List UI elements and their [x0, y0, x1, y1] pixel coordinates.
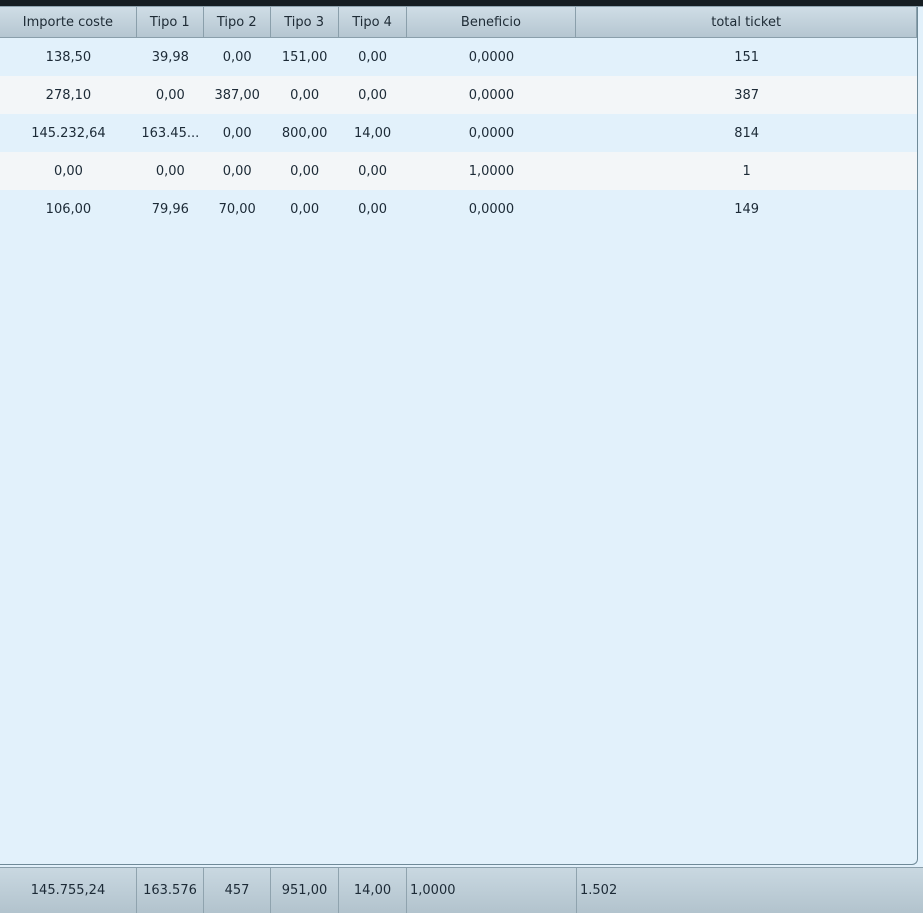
- totals-row: 145.755,24 163.576 457 951,00 14,00 1,00…: [0, 867, 923, 913]
- cell-tipo-4: 0,00: [358, 87, 388, 103]
- cell-beneficio: 0,0000: [468, 125, 515, 141]
- cell-importe-coste: 138,50: [45, 49, 92, 65]
- data-grid[interactable]: Importe coste Tipo 1 Tipo 2 Tipo 3 Tipo …: [0, 7, 918, 865]
- total-tipo-3: 951,00: [271, 868, 339, 913]
- table-row[interactable]: 138,50 39,98 0,00 151,00 0,00 0,0000 151: [0, 38, 917, 76]
- grid-header: Importe coste Tipo 1 Tipo 2 Tipo 3 Tipo …: [0, 7, 917, 38]
- cell-tipo-1: 39,98: [151, 49, 189, 65]
- cell-tipo-3: 0,00: [290, 201, 320, 217]
- cell-tipo-1: 0,00: [155, 87, 185, 103]
- cell-tipo-3: 0,00: [290, 163, 320, 179]
- column-header-tipo-1[interactable]: Tipo 1: [137, 7, 204, 37]
- cell-beneficio: 0,0000: [468, 49, 515, 65]
- cell-beneficio: 0,0000: [468, 201, 515, 217]
- cell-tipo-2: 387,00: [214, 87, 260, 103]
- cell-tipo-1: 163.45...: [141, 125, 200, 141]
- cell-tipo-3: 800,00: [281, 125, 328, 141]
- window: Importe coste Tipo 1 Tipo 2 Tipo 3 Tipo …: [0, 0, 923, 913]
- column-header-tipo-4[interactable]: Tipo 4: [339, 7, 407, 37]
- table-row[interactable]: 106,00 79,96 70,00 0,00 0,00 0,0000 149: [0, 190, 917, 228]
- column-header-importe-coste[interactable]: Importe coste: [0, 7, 137, 37]
- column-header-beneficio[interactable]: Beneficio: [407, 7, 577, 37]
- cell-tipo-2: 70,00: [218, 201, 256, 217]
- cell-total-ticket: 149: [734, 201, 760, 217]
- window-top-edge: [0, 0, 923, 7]
- cell-tipo-2: 0,00: [222, 49, 252, 65]
- cell-tipo-4: 0,00: [358, 163, 388, 179]
- cell-total-ticket: 151: [734, 49, 760, 65]
- cell-tipo-4: 0,00: [358, 201, 388, 217]
- cell-total-ticket: 814: [734, 125, 760, 141]
- total-tipo-1: 163.576: [137, 868, 204, 913]
- column-header-total-ticket[interactable]: total ticket: [576, 7, 917, 37]
- column-header-tipo-3[interactable]: Tipo 3: [271, 7, 339, 37]
- cell-tipo-1: 79,96: [151, 201, 189, 217]
- cell-tipo-2: 0,00: [222, 125, 252, 141]
- total-total-ticket: 1.502: [580, 883, 618, 898]
- table-row[interactable]: 0,00 0,00 0,00 0,00 0,00 1,0000 1: [0, 152, 917, 190]
- total-importe-coste: 145.755,24: [0, 868, 137, 913]
- total-tipo-4: 14,00: [339, 868, 407, 913]
- cell-importe-coste: 0,00: [53, 163, 83, 179]
- cell-tipo-1: 0,00: [155, 163, 185, 179]
- total-tipo-2: 457: [204, 868, 271, 913]
- cell-importe-coste: 145.232,64: [31, 125, 106, 141]
- cell-tipo-3: 151,00: [281, 49, 328, 65]
- cell-tipo-2: 0,00: [222, 163, 252, 179]
- column-header-tipo-2[interactable]: Tipo 2: [204, 7, 271, 37]
- table-row[interactable]: 278,10 0,00 387,00 0,00 0,00 0,0000 387: [0, 76, 917, 114]
- cell-beneficio: 0,0000: [468, 87, 515, 103]
- cell-tipo-4: 14,00: [353, 125, 392, 141]
- cell-total-ticket: 1: [742, 163, 751, 179]
- cell-tipo-3: 0,00: [290, 87, 320, 103]
- table-row[interactable]: 145.232,64 163.45... 0,00 800,00 14,00 0…: [0, 114, 917, 152]
- cell-importe-coste: 278,10: [45, 87, 92, 103]
- cell-tipo-4: 0,00: [358, 49, 388, 65]
- cell-importe-coste: 106,00: [45, 201, 92, 217]
- cell-total-ticket: 387: [734, 87, 760, 103]
- cell-beneficio: 1,0000: [468, 163, 515, 179]
- total-beneficio: 1,0000: [407, 868, 577, 913]
